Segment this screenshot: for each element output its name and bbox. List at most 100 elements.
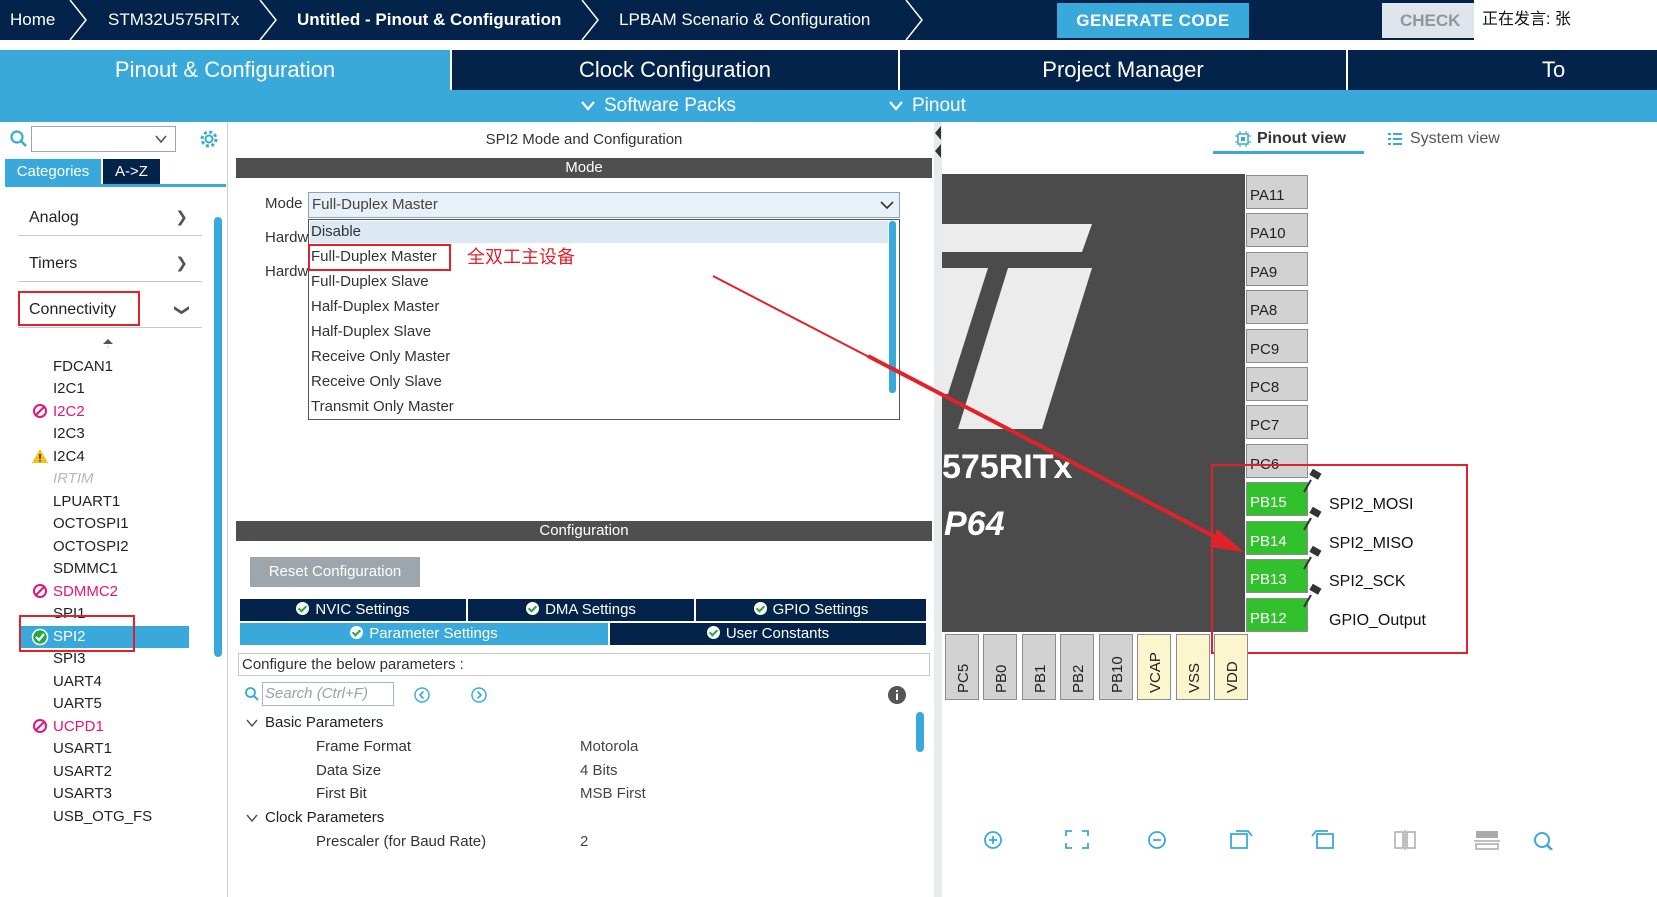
rotate-right-icon[interactable] [1228,828,1254,850]
tab-tools[interactable]: To [1348,50,1657,90]
peripheral-item[interactable]: USART1 [53,738,112,760]
breadcrumb-project[interactable]: Untitled - Pinout & Configuration [297,0,561,40]
parameter-scrollbar[interactable] [916,712,924,752]
flip-vertical-icon[interactable] [1392,828,1418,850]
pin-pb1[interactable]: PB1 [1022,634,1056,700]
next-match-icon[interactable] [470,686,488,704]
peripheral-item[interactable]: UART5 [53,693,102,715]
group-timers[interactable]: Timers ❯ [18,246,202,282]
tab-parameter-settings[interactable]: Parameter Settings [240,623,608,645]
chevron-down-icon[interactable] [154,132,168,146]
peripheral-item[interactable]: I2C3 [53,423,85,445]
pin-vdd[interactable]: VDD [1214,634,1248,700]
fit-screen-icon[interactable] [1064,828,1090,850]
param-value[interactable]: MSB First [580,785,646,802]
param-value[interactable]: 4 Bits [580,762,618,779]
gear-icon[interactable] [198,128,220,150]
dropdown-option[interactable]: Half-Duplex Slave [311,322,431,342]
breadcrumb-separator-icon [581,0,599,40]
peripheral-item[interactable]: UART4 [53,671,102,693]
zoom-out-icon[interactable] [1145,828,1171,850]
peripheral-item[interactable]: OCTOSPI1 [53,513,129,535]
group-analog[interactable]: Analog ❯ [18,200,202,236]
peripheral-item[interactable]: SDMMC2 [53,581,118,603]
pinout-menu[interactable]: Pinout [912,90,966,122]
chevron-down-icon[interactable] [245,811,259,825]
pin-pb2[interactable]: PB2 [1060,634,1094,700]
peripheral-item[interactable]: SDMMC1 [53,558,118,580]
pin-pa8[interactable]: PA8 [1246,290,1308,324]
pin-pb0[interactable]: PB0 [983,634,1017,700]
generate-code-button[interactable]: GENERATE CODE [1057,3,1249,38]
peripheral-item[interactable]: I2C2 [53,401,85,423]
param-name: Data Size [316,762,382,779]
param-group-clock[interactable]: Clock Parameters [265,809,384,826]
dropdown-option[interactable]: Disable [311,222,361,242]
tab-project-manager[interactable]: Project Manager [900,50,1348,90]
software-packs-menu[interactable]: Software Packs [604,90,736,122]
tab-gpio-settings[interactable]: GPIO Settings [696,599,926,621]
pin-pc7[interactable]: PC7 [1246,405,1308,439]
tab-pinout-view[interactable]: Pinout view [1257,130,1346,148]
peripheral-item[interactable]: USART2 [53,761,112,783]
tab-pinout-configuration[interactable]: Pinout & Configuration [0,50,452,90]
dropdown-option[interactable]: Receive Only Master [311,347,450,367]
breadcrumb-home[interactable]: Home [10,0,55,40]
pin-vss[interactable]: VSS [1176,634,1210,700]
hardware-nss-label: Hardw [265,229,309,246]
dropdown-option[interactable]: Full-Duplex Slave [311,272,429,292]
tab-dma-settings[interactable]: DMA Settings [468,599,694,621]
peripheral-item[interactable]: USB_OTG_FS [53,806,152,828]
peripheral-item[interactable]: OCTOSPI2 [53,536,129,558]
peripheral-item[interactable]: UCPD1 [53,716,104,738]
breadcrumb-device[interactable]: STM32U575RITx [108,0,239,40]
parameter-search-input[interactable]: Search (Ctrl+F) [262,682,394,706]
tab-clock-configuration[interactable]: Clock Configuration [452,50,900,90]
dropdown-option[interactable]: Receive Only Slave [311,372,442,392]
previous-match-icon[interactable] [413,686,431,704]
chevron-down-icon[interactable] [245,716,259,730]
peripheral-item[interactable]: I2C1 [53,378,85,400]
peripheral-item[interactable]: SPI3 [53,648,86,670]
peripheral-item[interactable]: I2C4 [53,446,85,468]
dropdown-option[interactable]: Half-Duplex Master [311,297,439,317]
dropdown-scrollbar[interactable] [889,221,896,393]
breadcrumb-separator-icon [69,0,87,40]
pin-pc9[interactable]: PC9 [1246,329,1308,363]
pin-vcap[interactable]: VCAP [1137,634,1171,700]
mode-select[interactable]: Full-Duplex Master [308,192,900,218]
param-group-basic[interactable]: Basic Parameters [265,714,383,731]
pin-pc5[interactable]: PC5 [945,634,979,700]
reset-configuration-button[interactable]: Reset Configuration [250,557,420,587]
search-icon[interactable] [9,129,29,149]
peripheral-item[interactable]: USART3 [53,783,112,805]
collapse-arrows-icon[interactable] [934,124,942,158]
rotate-left-icon[interactable] [1310,828,1336,850]
flip-horizontal-icon[interactable] [1474,828,1500,850]
dropdown-option[interactable]: Transmit Only Master [311,397,454,417]
tab-user-constants[interactable]: User Constants [610,623,926,645]
pin-pa10[interactable]: PA10 [1246,213,1308,247]
tab-nvic-settings[interactable]: NVIC Settings [240,599,466,621]
sort-icon[interactable] [101,337,115,351]
param-value[interactable]: Motorola [580,738,638,755]
search-icon[interactable] [1531,828,1557,850]
tab-system-view[interactable]: System view [1410,130,1500,148]
tab-categories[interactable]: Categories [5,159,101,184]
pin-pa9[interactable]: PA9 [1246,252,1308,286]
info-icon[interactable] [887,685,907,705]
check-button[interactable]: CHECK [1382,3,1474,38]
sidebar-scrollbar[interactable] [214,217,222,657]
panel-splitter[interactable] [934,122,942,897]
breadcrumb-lpbam[interactable]: LPBAM Scenario & Configuration [619,0,870,40]
peripheral-item[interactable]: FDCAN1 [53,356,113,378]
check-icon [350,626,364,639]
zoom-in-icon[interactable] [981,828,1007,850]
pin-pa11[interactable]: PA11 [1246,175,1308,209]
tab-a-z[interactable]: A->Z [103,159,160,184]
peripheral-item[interactable]: LPUART1 [53,491,120,513]
pin-pb10[interactable]: PB10 [1099,634,1133,700]
pin-pc8[interactable]: PC8 [1246,367,1308,401]
chevron-down-icon[interactable] [876,193,898,217]
param-value[interactable]: 2 [580,833,588,850]
